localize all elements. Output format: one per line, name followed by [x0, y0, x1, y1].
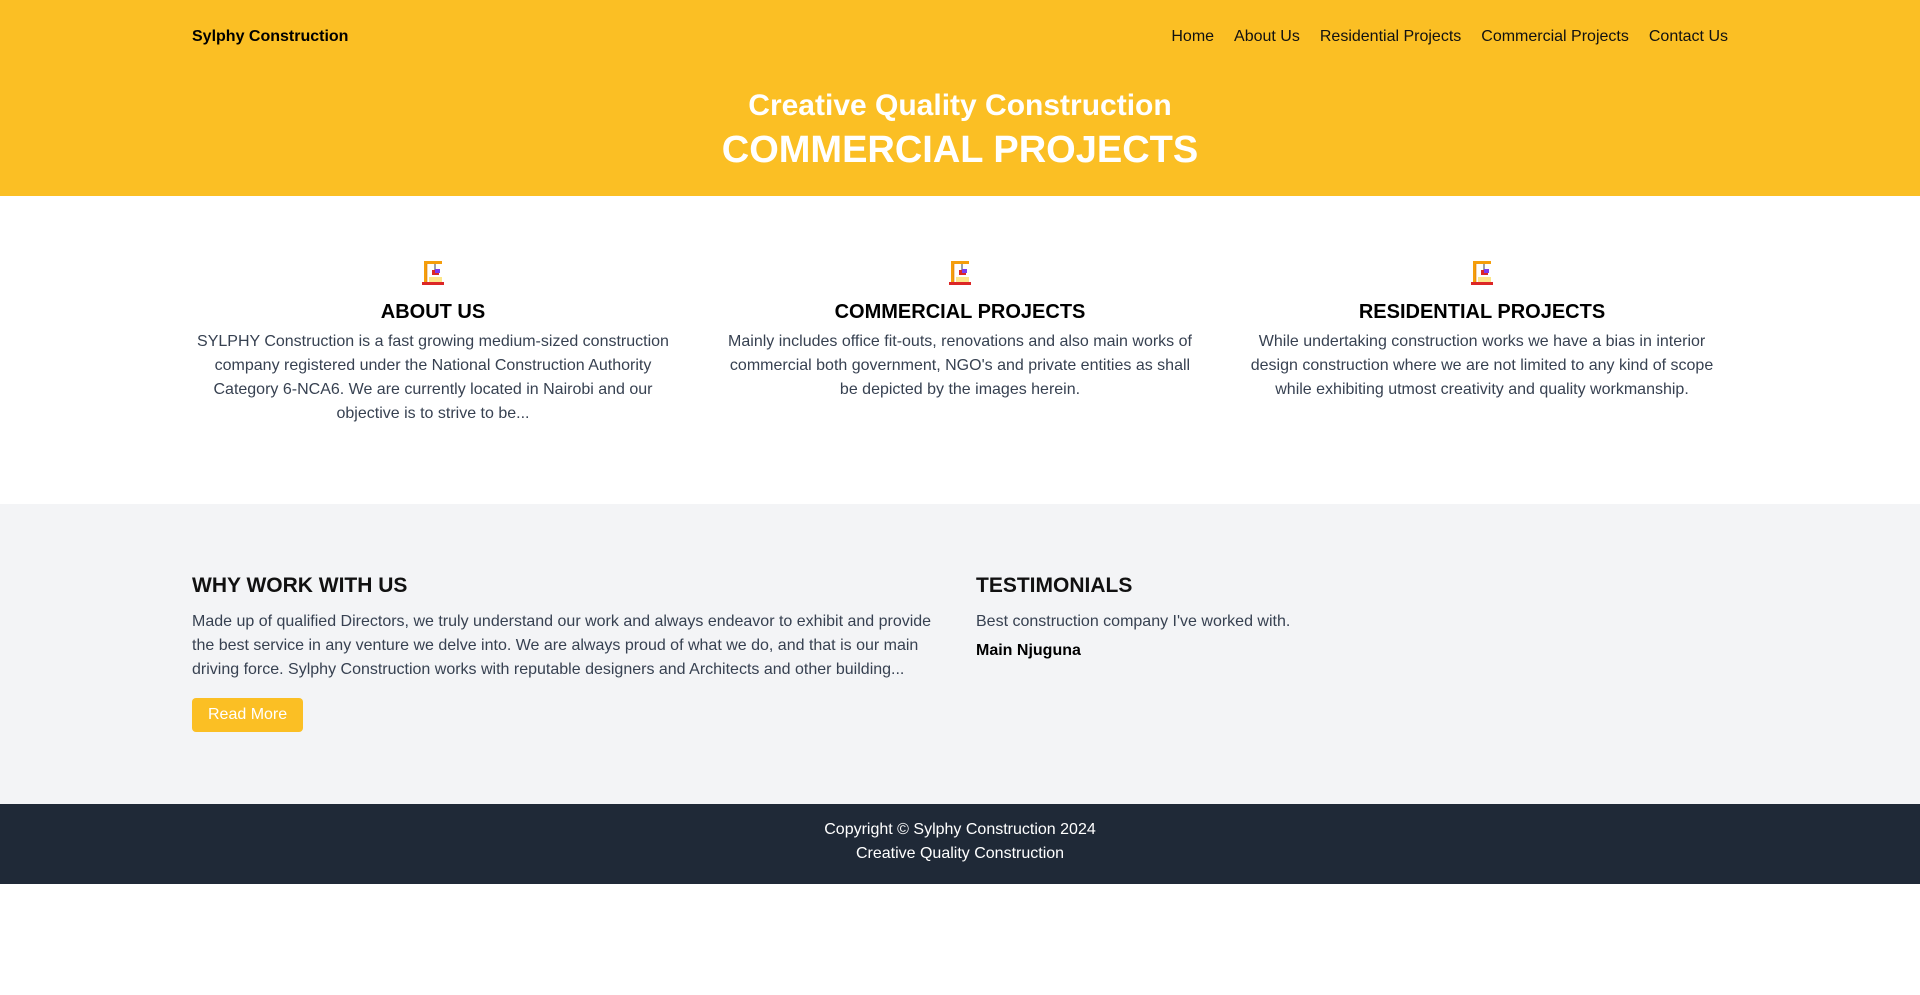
crane-icon [1471, 261, 1493, 285]
why-title: WHY WORK WITH US [192, 574, 408, 597]
why-testimonials-section: WHY WORK WITH US Made up of qualified Di… [0, 504, 1920, 804]
crane-icon [949, 261, 971, 285]
top-nav: Sylphy Construction Home About Us Reside… [192, 24, 1728, 50]
nav-home[interactable]: Home [1171, 28, 1214, 46]
testimonials-title: TESTIMONIALS [976, 574, 1133, 597]
testimonial-author: Main Njuguna [976, 642, 1081, 659]
brand-link[interactable]: Sylphy Construction [192, 28, 348, 46]
why-text: Made up of qualified Directors, we truly… [192, 613, 932, 678]
features-section: ABOUT US SYLPHY Construction is a fast g… [0, 196, 1920, 504]
feature-residential-projects: RESIDENTIAL PROJECTS While undertaking c… [1241, 258, 1723, 402]
feature-text: While undertaking construction works we … [1250, 333, 1714, 398]
nav-links: Home About Us Residential Projects Comme… [1171, 28, 1728, 46]
why-work-with-us: WHY WORK WITH US Made up of qualified Di… [192, 570, 944, 732]
read-more-button[interactable]: Read More [192, 698, 304, 732]
testimonials: TESTIMONIALS Best construction company I… [976, 570, 1728, 660]
footer-copyright: Copyright © Sylphy Construction 2024 [824, 821, 1096, 838]
nav-contact-us[interactable]: Contact Us [1649, 28, 1728, 46]
footer-tagline: Creative Quality Construction [855, 845, 1065, 862]
hero: Creative Quality Construction COMMERCIAL… [0, 86, 1920, 174]
site-header: Sylphy Construction Home About Us Reside… [0, 0, 1920, 196]
feature-commercial-projects: COMMERCIAL PROJECTS Mainly includes offi… [719, 258, 1201, 402]
hero-tagline: Creative Quality Construction [748, 89, 1172, 122]
site-footer: Copyright © Sylphy Construction 2024 Cre… [0, 804, 1920, 884]
feature-title: RESIDENTIAL PROJECTS [1358, 301, 1606, 323]
feature-about-us: ABOUT US SYLPHY Construction is a fast g… [192, 258, 674, 426]
nav-about-us[interactable]: About Us [1234, 28, 1300, 46]
testimonial-quote: Best construction company I've worked wi… [976, 613, 1291, 630]
feature-text: Mainly includes office fit-outs, renovat… [728, 333, 1192, 398]
feature-text: SYLPHY Construction is a fast growing me… [197, 333, 669, 422]
crane-icon [422, 261, 444, 285]
feature-title: COMMERCIAL PROJECTS [834, 301, 1086, 323]
nav-residential-projects[interactable]: Residential Projects [1320, 28, 1461, 46]
feature-title: ABOUT US [380, 301, 486, 323]
nav-commercial-projects[interactable]: Commercial Projects [1481, 28, 1629, 46]
page-title: COMMERCIAL PROJECTS [721, 129, 1199, 171]
